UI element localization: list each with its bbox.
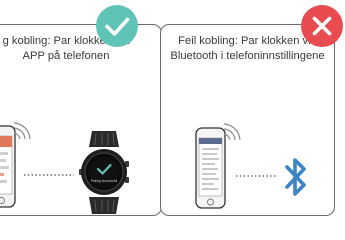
wifi-signal-icon <box>222 121 242 143</box>
watch-screen-text: Pairing successful <box>91 179 118 183</box>
pairing-dotted-line <box>24 173 74 177</box>
close-icon <box>300 4 344 48</box>
correct-caption-line2: APP på telefonen <box>22 49 110 62</box>
wifi-signal-icon <box>12 120 32 142</box>
bluetooth-icon <box>285 156 307 198</box>
smartwatch-image: Pairing successful <box>78 130 130 215</box>
pairing-dotted-line <box>236 174 278 178</box>
wrong-caption-line2: Bluetooth i telefoninnstillingene <box>170 49 325 62</box>
check-icon <box>95 4 139 48</box>
